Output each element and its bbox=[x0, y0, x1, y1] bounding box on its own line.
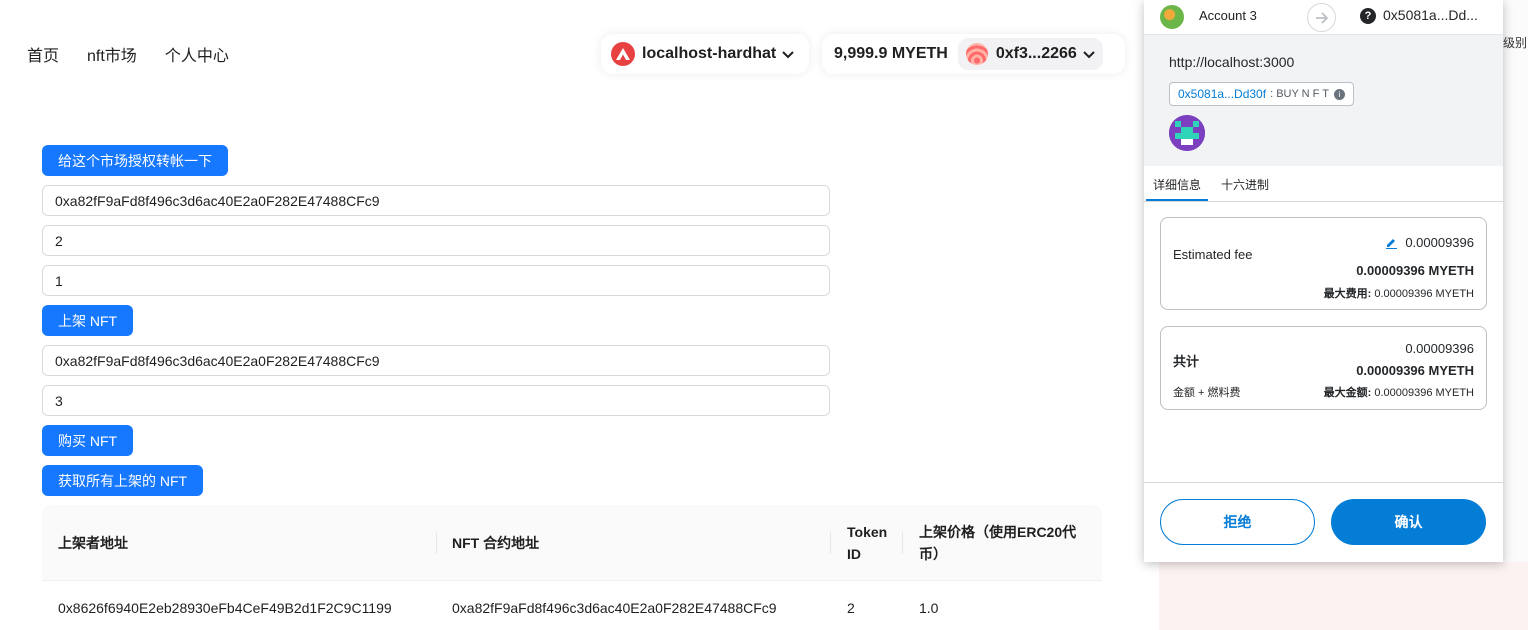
column-header-price: 上架价格（使用ERC20代币） bbox=[919, 524, 1077, 562]
avalanche-icon bbox=[611, 42, 635, 66]
approve-button[interactable]: 给这个市场授权转帐一下 bbox=[42, 145, 228, 176]
active-tab-indicator bbox=[1146, 199, 1208, 201]
question-icon: ? bbox=[1360, 8, 1376, 24]
total-label: 共计 bbox=[1173, 354, 1200, 369]
edit-pencil-icon[interactable] bbox=[1385, 236, 1398, 252]
total-sub-label: 金额 + 燃料费 bbox=[1173, 387, 1241, 399]
total-amount-bold: 0.00009396 MYETH bbox=[1356, 363, 1474, 378]
chevron-down-icon bbox=[1083, 46, 1095, 62]
total-amount: 0.00009396 bbox=[1405, 341, 1474, 356]
table-header: 上架者地址 NFT 合约地址 Token ID 上架价格（使用ERC20代币） bbox=[42, 505, 1102, 581]
tab-hex[interactable]: 十六进制 bbox=[1221, 176, 1269, 193]
tab-details[interactable]: 详细信息 bbox=[1153, 176, 1201, 193]
top-nav: 首页 nft市场 个人中心 bbox=[27, 42, 229, 66]
arrow-right-icon bbox=[1307, 3, 1336, 32]
background-panel bbox=[1159, 562, 1528, 630]
background-panel bbox=[1503, 0, 1528, 630]
info-icon[interactable]: i bbox=[1333, 88, 1345, 100]
avatar bbox=[965, 43, 988, 65]
fee-label: Estimated fee bbox=[1173, 247, 1253, 262]
fetch-listings-button[interactable]: 获取所有上架的 NFT bbox=[42, 465, 204, 496]
reject-button[interactable]: 拒绝 bbox=[1160, 499, 1315, 545]
fee-amount-bold: 0.00009396 MYETH bbox=[1356, 263, 1474, 278]
fee-max-row: 最大费用: 0.00009396 MYETH bbox=[1324, 285, 1474, 301]
nav-home[interactable]: 首页 bbox=[27, 42, 59, 66]
account-balance: 9,999.9 MYETH bbox=[834, 45, 948, 62]
nav-profile[interactable]: 个人中心 bbox=[165, 42, 229, 66]
list-nft-address-input[interactable]: 0xa82fF9aFd8f496c3d6ac40E2a0F282E47488CF… bbox=[42, 185, 830, 216]
total-max-row: 最大金额: 0.00009396 MYETH bbox=[1324, 384, 1474, 400]
origin-section: http://localhost:3000 0x5081a...Dd30f : … bbox=[1144, 34, 1503, 166]
fee-max-value: 0.00009396 MYETH bbox=[1374, 288, 1474, 300]
popup-header: Account 3 ? 0x5081a...Dd... bbox=[1144, 0, 1503, 34]
list-price-input[interactable]: 1 bbox=[42, 265, 830, 296]
chevron-down-icon bbox=[782, 46, 794, 62]
fee-amount-row: 0.00009396 bbox=[1385, 235, 1474, 252]
account-name: Account 3 bbox=[1199, 8, 1257, 23]
method-name: : BUY N F T bbox=[1270, 88, 1329, 100]
column-header-contract: NFT 合约地址 bbox=[452, 535, 540, 551]
contract-address[interactable]: 0x5081a...Dd30f bbox=[1178, 87, 1266, 101]
cell-contract: 0xa82fF9aFd8f496c3d6ac40E2a0F282E47488CF… bbox=[452, 600, 777, 616]
network-label: localhost-hardhat bbox=[642, 45, 777, 62]
contract-method-badge[interactable]: 0x5081a...Dd30f : BUY N F T i bbox=[1169, 82, 1354, 106]
buy-token-id-input[interactable]: 3 bbox=[42, 385, 830, 416]
side-label: 级别 bbox=[1503, 36, 1528, 50]
account-address-chip[interactable]: 0xf3...2266 bbox=[957, 38, 1103, 70]
detail-tabs: 详细信息 十六进制 bbox=[1144, 166, 1503, 202]
cell-price: 1.0 bbox=[919, 600, 939, 616]
cell-token-id: 2 bbox=[847, 600, 855, 616]
total-max-label: 最大金额: bbox=[1323, 387, 1372, 399]
cell-seller: 0x8626f6940E2eb28930eFb4CeF49B2d1F2C9C11… bbox=[58, 600, 392, 616]
origin-url: http://localhost:3000 bbox=[1169, 54, 1295, 70]
nft-avatar bbox=[1169, 115, 1205, 151]
metamask-popup: Account 3 ? 0x5081a...Dd... http://local… bbox=[1144, 0, 1503, 562]
total-card: 共计 0.00009396 0.00009396 MYETH 金额 + 燃料费 … bbox=[1160, 326, 1487, 410]
list-nft-button[interactable]: 上架 NFT bbox=[42, 305, 134, 336]
column-header-seller: 上架者地址 bbox=[58, 535, 128, 551]
buy-nft-button[interactable]: 购买 NFT bbox=[42, 425, 134, 456]
page: 首页 nft市场 个人中心 localhost-hardhat 9,999.9 … bbox=[0, 0, 1528, 630]
estimated-fee-card: Estimated fee 0.00009396 0.00009396 MYET… bbox=[1160, 217, 1487, 310]
recipient-address[interactable]: 0x5081a...Dd... bbox=[1383, 7, 1478, 23]
account-address: 0xf3...2266 bbox=[995, 45, 1077, 62]
network-selector[interactable]: localhost-hardhat bbox=[601, 34, 809, 74]
confirm-button[interactable]: 确认 bbox=[1331, 499, 1486, 545]
nav-market[interactable]: nft市场 bbox=[87, 42, 137, 66]
list-token-id-input[interactable]: 2 bbox=[42, 225, 830, 256]
fee-amount: 0.00009396 bbox=[1405, 235, 1474, 250]
total-max-value: 0.00009396 MYETH bbox=[1374, 387, 1474, 399]
popup-footer: 拒绝 确认 bbox=[1144, 482, 1503, 562]
fee-max-label: 最大费用: bbox=[1323, 288, 1372, 300]
column-header-token-id: Token ID bbox=[847, 524, 888, 562]
buy-nft-address-input[interactable]: 0xa82fF9aFd8f496c3d6ac40E2a0F282E47488CF… bbox=[42, 345, 830, 376]
account-avatar bbox=[1160, 5, 1184, 29]
account-button[interactable]: 9,999.9 MYETH 0xf3...2266 bbox=[822, 34, 1125, 74]
